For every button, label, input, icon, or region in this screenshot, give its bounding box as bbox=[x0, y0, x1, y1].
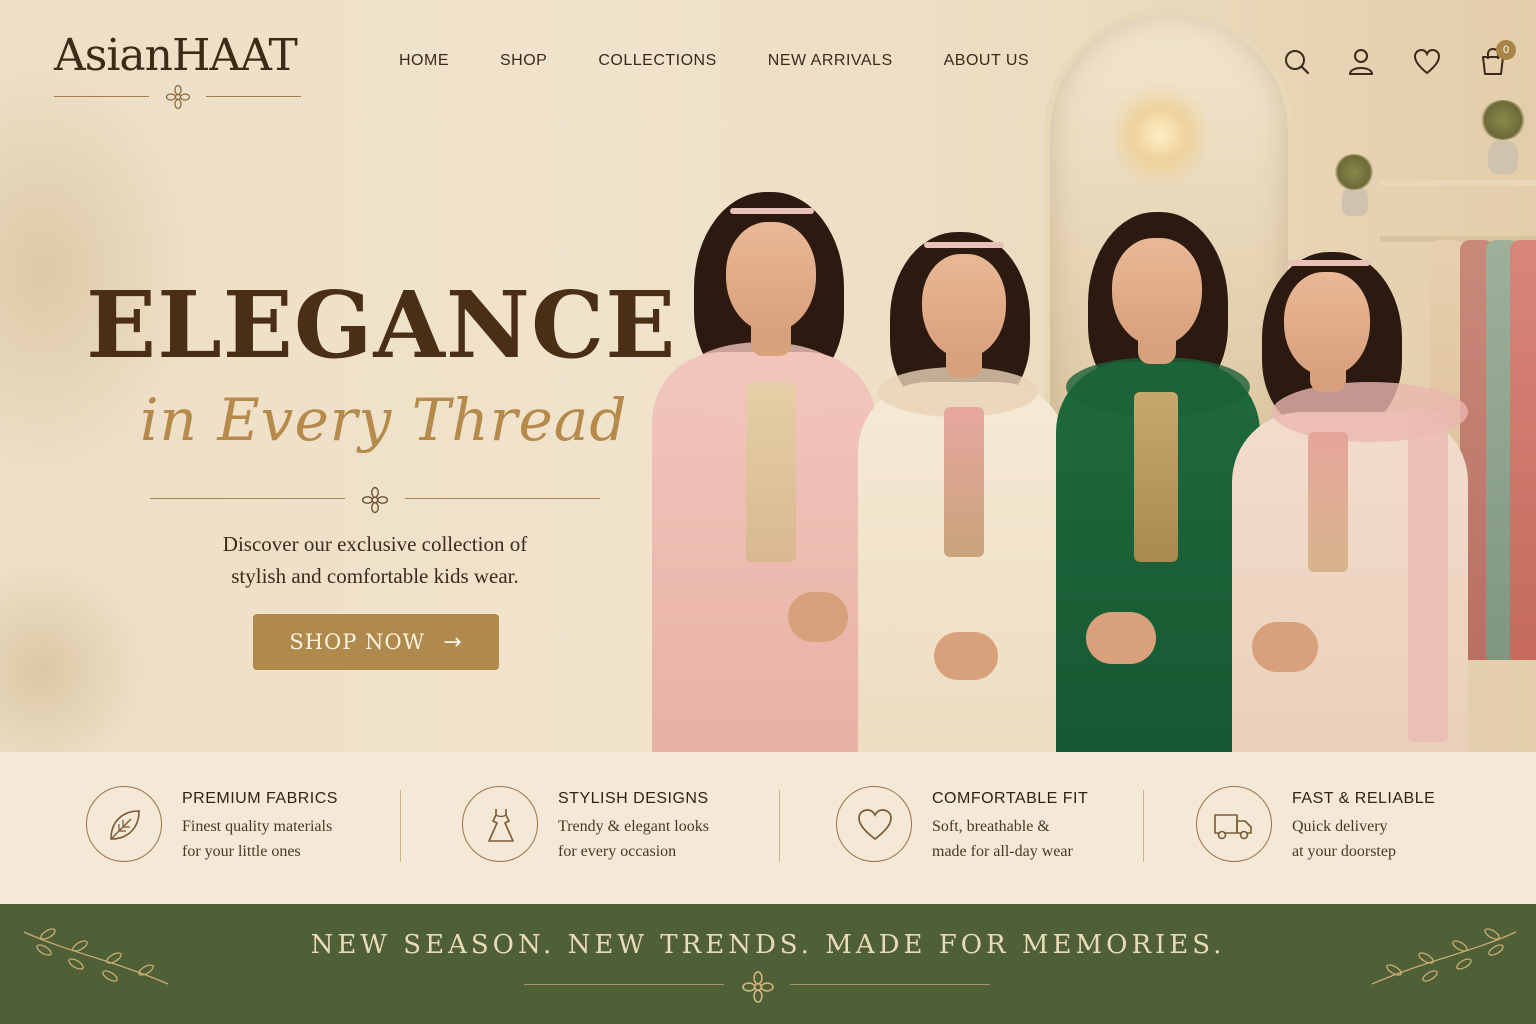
leaf-icon bbox=[86, 786, 162, 862]
plant-pot bbox=[1342, 186, 1368, 216]
nav-new-arrivals[interactable]: NEW ARRIVALS bbox=[768, 52, 893, 70]
feature-text: made for all-day wear bbox=[932, 843, 1073, 860]
feature-title: STYLISH DESIGNS bbox=[558, 790, 709, 807]
feature-premium-fabrics: PREMIUM FABRICS Finest quality materials… bbox=[86, 786, 386, 866]
banner-tagline: NEW SEASON. NEW TRENDS. MADE FOR MEMORIE… bbox=[310, 930, 1226, 960]
banner-divider bbox=[524, 984, 724, 985]
feature-divider bbox=[400, 790, 401, 862]
feature-comfortable-fit: COMFORTABLE FIT Soft, breathable & made … bbox=[836, 786, 1136, 866]
hanging-garment bbox=[1510, 240, 1536, 660]
truck-icon bbox=[1196, 786, 1272, 862]
dress-icon bbox=[462, 786, 538, 862]
banner-divider bbox=[790, 984, 990, 985]
shop-now-label: SHOP NOW bbox=[289, 630, 426, 654]
brand-logo[interactable]: AsianHAAT bbox=[54, 30, 304, 110]
feature-text: Finest quality materials bbox=[182, 818, 333, 835]
feature-title: FAST & RELIABLE bbox=[1292, 790, 1436, 807]
feature-text: at your doorstep bbox=[1292, 843, 1396, 860]
plant bbox=[1480, 100, 1526, 140]
plant-pot bbox=[1488, 140, 1518, 174]
feature-stylish-designs: STYLISH DESIGNS Trendy & elegant looks f… bbox=[462, 786, 762, 866]
arrow-right-icon: → bbox=[443, 629, 463, 655]
heart-icon bbox=[836, 786, 912, 862]
promo-banner: NEW SEASON. NEW TRENDS. MADE FOR MEMORIE… bbox=[0, 904, 1536, 1024]
feature-divider bbox=[779, 790, 780, 862]
nav-home[interactable]: HOME bbox=[399, 52, 449, 70]
nav-shop[interactable]: SHOP bbox=[500, 52, 547, 70]
feature-title: COMFORTABLE FIT bbox=[932, 790, 1089, 807]
header-icons bbox=[1280, 46, 1520, 82]
flower-icon bbox=[165, 84, 191, 110]
hero-divider bbox=[150, 486, 600, 514]
feature-title: PREMIUM FABRICS bbox=[182, 790, 338, 807]
heart-icon[interactable] bbox=[1412, 46, 1442, 78]
hero-description: Discover our exclusive collection of sty… bbox=[180, 528, 570, 592]
feature-text: for every occasion bbox=[558, 843, 677, 860]
model-girl-floral bbox=[1232, 252, 1468, 752]
flower-icon bbox=[361, 486, 389, 514]
nav-about-us[interactable]: ABOUT US bbox=[944, 52, 1030, 70]
feature-text: Trendy & elegant looks bbox=[558, 818, 709, 835]
model-girl-cream bbox=[858, 232, 1068, 752]
flower-icon bbox=[742, 971, 774, 1003]
chandelier-light bbox=[1110, 80, 1210, 190]
leaf-sprig-icon bbox=[1371, 928, 1517, 985]
feature-divider bbox=[1143, 790, 1144, 862]
main-nav: HOME SHOP COLLECTIONS NEW ARRIVALS ABOUT… bbox=[399, 52, 1080, 70]
logo-divider bbox=[206, 96, 301, 97]
hero-script-subtitle: in Every Thread bbox=[140, 386, 628, 454]
shop-now-button[interactable]: SHOP NOW → bbox=[253, 614, 499, 670]
feature-fast-reliable: FAST & RELIABLE Quick delivery at your d… bbox=[1196, 786, 1496, 866]
user-icon[interactable] bbox=[1346, 46, 1376, 78]
feature-text: Quick delivery bbox=[1292, 818, 1388, 835]
leaf-shadow-decoration bbox=[0, 560, 150, 752]
brand-name: AsianHAAT bbox=[54, 30, 298, 81]
hero-description-line1: Discover our exclusive collection of bbox=[222, 532, 528, 556]
nav-collections[interactable]: COLLECTIONS bbox=[598, 52, 716, 70]
feature-text: Soft, breathable & bbox=[932, 818, 1050, 835]
search-icon[interactable] bbox=[1282, 46, 1312, 78]
logo-divider bbox=[54, 96, 149, 97]
hero-description-line2: stylish and comfortable kids wear. bbox=[231, 564, 519, 588]
hero-title: ELEGANCE bbox=[86, 271, 677, 379]
shelf bbox=[1380, 180, 1536, 186]
features-strip: PREMIUM FABRICS Finest quality materials… bbox=[0, 752, 1536, 904]
cart-count-badge: 0 bbox=[1496, 40, 1516, 60]
feature-text: for your little ones bbox=[182, 843, 301, 860]
model-girl-green bbox=[1056, 212, 1260, 752]
plant bbox=[1334, 154, 1374, 190]
